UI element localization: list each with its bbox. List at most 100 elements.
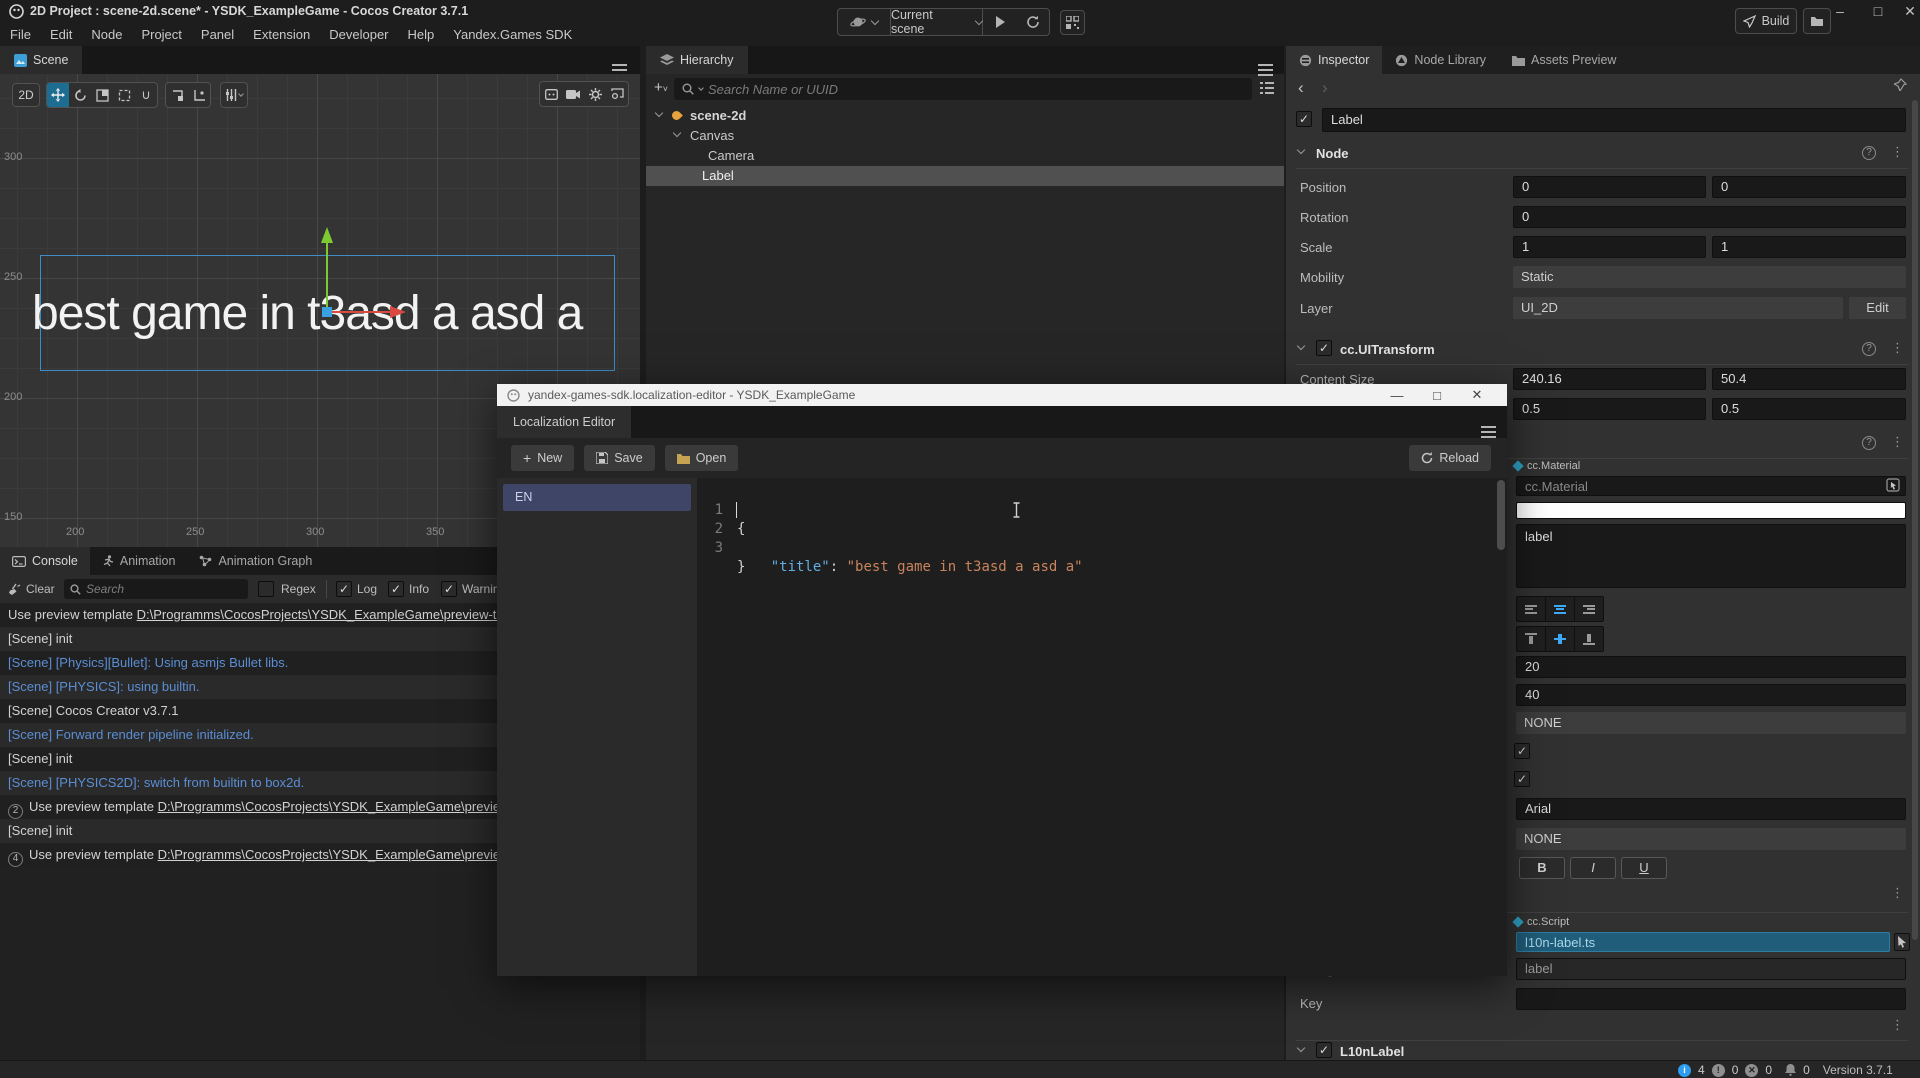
overflow-dropdown[interactable]: NONE	[1516, 712, 1906, 734]
rect-tool-button[interactable]	[113, 83, 135, 107]
l10nlabel-checkbox[interactable]: ✓	[1316, 1042, 1332, 1058]
tab-inspector[interactable]: Inspector	[1286, 46, 1382, 74]
restart-button[interactable]	[1017, 15, 1049, 29]
editor-scrollbar[interactable]	[1497, 480, 1505, 550]
align-left-button[interactable]	[1517, 597, 1545, 621]
tab-node-library[interactable]: Node Library	[1382, 46, 1499, 74]
regex-checkbox[interactable]	[258, 581, 274, 597]
position-y-field[interactable]: 0	[1712, 176, 1906, 198]
tab-console[interactable]: Console	[0, 547, 90, 575]
language-item-en[interactable]: EN	[503, 484, 691, 511]
section-chevron-icon[interactable]	[1297, 342, 1305, 350]
log-link[interactable]: D:\Programms\CocosProjects\YSDK_ExampleG…	[137, 607, 536, 622]
snap-move-button[interactable]	[166, 83, 188, 107]
preview-qr-button[interactable]	[1060, 10, 1085, 35]
string-prop-field[interactable]: label	[1516, 958, 1906, 980]
uitransform-checkbox[interactable]: ✓	[1316, 340, 1332, 356]
loc-open-button[interactable]: Open	[665, 445, 739, 471]
anchor-tool-button[interactable]: ∪	[135, 83, 157, 107]
script-file-field[interactable]: l10n-label.ts	[1516, 932, 1890, 952]
scene-select-dropdown[interactable]: Current scene	[891, 8, 982, 36]
console-search-input[interactable]: Search	[64, 579, 248, 599]
help-icon[interactable]: ?	[1862, 146, 1876, 160]
nav-back-button[interactable]: ‹	[1298, 78, 1304, 98]
line-height-field[interactable]: 40	[1516, 684, 1906, 706]
rotation-z-field[interactable]: 0	[1513, 206, 1906, 228]
warning-checkbox[interactable]: ✓	[441, 581, 457, 597]
log-link[interactable]: D:\Programms\CocosProjects\YSDK_ExampleG…	[158, 847, 536, 862]
align-right-button[interactable]	[1575, 597, 1603, 621]
snap-rotate-button[interactable]	[188, 83, 210, 107]
font-size-field[interactable]: 20	[1516, 656, 1906, 678]
loc-maximize-button[interactable]: □	[1417, 388, 1457, 403]
create-node-button[interactable]: +˅	[654, 79, 668, 96]
align-bottom-button[interactable]	[1575, 627, 1603, 651]
scale-x-field[interactable]: 1	[1513, 236, 1706, 258]
loc-minimize-button[interactable]: —	[1377, 388, 1417, 403]
scale-y-field[interactable]: 1	[1712, 236, 1906, 258]
material-picker-button[interactable]	[1886, 478, 1900, 495]
tree-row-canvas[interactable]: Canvas	[646, 126, 1284, 146]
tree-row-label[interactable]: Label	[646, 166, 1284, 186]
move-tool-button[interactable]	[47, 83, 69, 107]
inspector-scrollbar[interactable]	[1912, 100, 1918, 940]
hierarchy-search-input[interactable]: Search Name or UUID	[674, 78, 1252, 100]
tab-localization-editor[interactable]: Localization Editor	[497, 406, 631, 438]
log-link[interactable]: D:\Programms\CocosProjects\YSDK_ExampleG…	[158, 799, 536, 814]
position-x-field[interactable]: 0	[1513, 176, 1706, 198]
tab-hierarchy[interactable]: Hierarchy	[646, 46, 748, 74]
uitransform-section-header[interactable]: cc.UITransform	[1340, 342, 1435, 357]
tab-animation[interactable]: Animation	[90, 547, 188, 575]
expand-chevron-icon[interactable]	[673, 129, 681, 137]
loc-code-editor[interactable]: 1 { 2 "title": "best game in t3asd a asd…	[697, 478, 1507, 976]
font-family-field[interactable]: Arial	[1516, 798, 1906, 820]
loc-window-titlebar[interactable]: yandex-games-sdk.localization-editor - Y…	[497, 384, 1507, 406]
label-string-textarea[interactable]: label	[1516, 524, 1906, 588]
gizmo-sliders-button[interactable]	[221, 83, 247, 107]
move-gizmo[interactable]	[300, 219, 430, 329]
menu-node[interactable]: Node	[91, 27, 122, 42]
scene-gizmo-settings-button[interactable]	[584, 82, 606, 106]
help-icon[interactable]: ?	[1862, 436, 1876, 450]
hierarchy-menu-button[interactable]	[1258, 59, 1273, 74]
tab-assets-preview[interactable]: Assets Preview	[1499, 46, 1629, 74]
scene-menu-button[interactable]	[612, 59, 627, 74]
label-menu-icon[interactable]: ⋮	[1891, 435, 1904, 450]
loc-close-button[interactable]: ✕	[1457, 387, 1497, 403]
l10nlabel-section-header[interactable]: L10nLabel	[1340, 1044, 1404, 1059]
mobility-dropdown[interactable]: Static	[1513, 266, 1906, 288]
log-checkbox[interactable]: ✓	[336, 581, 352, 597]
error-count-icon[interactable]: ✕	[1745, 1064, 1758, 1077]
layer-edit-button[interactable]: Edit	[1849, 297, 1906, 319]
pixel-grid-button[interactable]	[540, 82, 562, 106]
bitmap-font-dropdown[interactable]: NONE	[1516, 828, 1906, 850]
material-field[interactable]: cc.Material	[1516, 476, 1906, 496]
label-color-swatch[interactable]	[1516, 502, 1906, 519]
hierarchy-list-options-button[interactable]	[1260, 82, 1274, 97]
node-section-header[interactable]: Node	[1316, 146, 1349, 161]
key-prop-field[interactable]	[1516, 988, 1906, 1010]
node-name-field[interactable]: Label	[1322, 108, 1906, 132]
loc-save-button[interactable]: Save	[584, 445, 655, 471]
script-picker-button[interactable]	[1894, 933, 1910, 951]
preview-target-button[interactable]	[838, 15, 890, 29]
loc-reload-button[interactable]: Reload	[1409, 445, 1491, 471]
pin-button[interactable]	[1894, 78, 1907, 94]
align-center-button[interactable]	[1546, 597, 1574, 621]
menu-developer[interactable]: Developer	[329, 27, 388, 42]
bold-button[interactable]: B	[1519, 857, 1565, 879]
help-icon[interactable]: ?	[1862, 342, 1876, 356]
tree-row-camera[interactable]: Camera	[646, 146, 1284, 166]
italic-button[interactable]: I	[1570, 857, 1616, 879]
label-footer-menu-icon[interactable]: ⋮	[1891, 886, 1904, 901]
menu-project[interactable]: Project	[141, 27, 181, 42]
menu-panel[interactable]: Panel	[201, 27, 234, 42]
play-button[interactable]	[983, 16, 1017, 28]
loc-menu-button[interactable]	[1481, 421, 1496, 436]
tab-scene[interactable]: Scene	[0, 46, 82, 74]
layer-dropdown[interactable]: UI_2D	[1513, 297, 1843, 319]
loc-new-button[interactable]: + New	[511, 445, 574, 471]
menu-file[interactable]: File	[10, 27, 31, 42]
rotate-tool-button[interactable]	[69, 83, 91, 107]
camera-preview-button[interactable]	[562, 82, 584, 106]
